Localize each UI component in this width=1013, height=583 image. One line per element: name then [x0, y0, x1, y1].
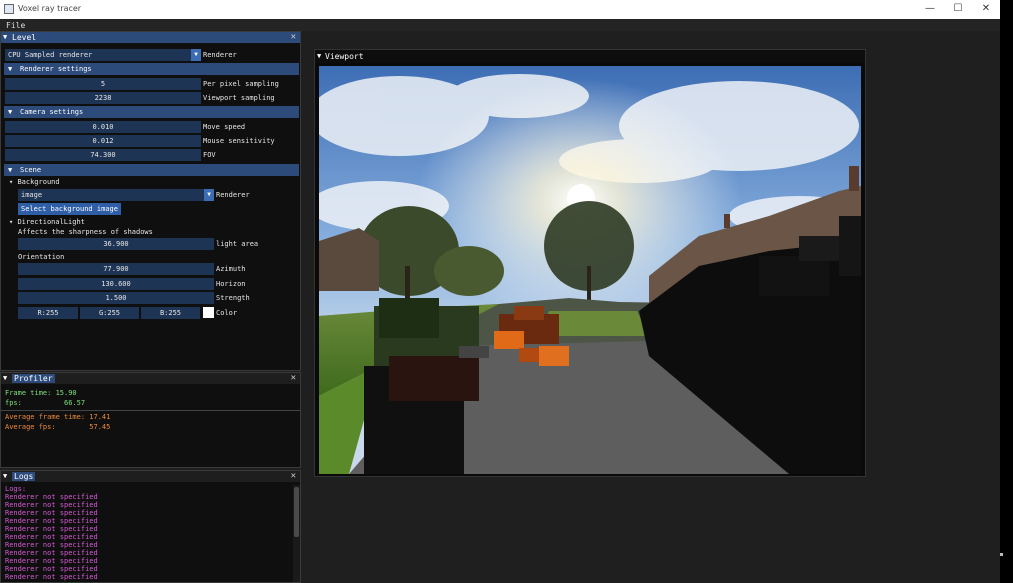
light-area-label: light area — [216, 240, 259, 248]
renderer-settings-header[interactable]: ▼ Renderer settings — [4, 63, 299, 75]
camera-settings-title: Camera settings — [20, 108, 84, 116]
log-line: Renderer not specified — [5, 501, 98, 509]
background-renderer-label: Renderer — [216, 191, 250, 199]
color-label: Color — [216, 309, 238, 317]
scene-header[interactable]: ▼ Scene — [4, 164, 299, 176]
logs-scroll-thumb[interactable] — [294, 487, 299, 537]
log-line: Renderer not specified — [5, 525, 98, 533]
move-speed-input[interactable]: 0.010 — [5, 121, 201, 133]
window-titlebar[interactable]: Voxel ray tracer — ☐ ✕ — [0, 0, 1000, 19]
chevron-down-icon[interactable]: ▼ — [204, 189, 214, 201]
logs-scrollbar[interactable] — [293, 485, 300, 582]
viewport-sampling-input[interactable]: 2238 — [5, 92, 201, 104]
per-pixel-sampling-input[interactable]: 5 — [5, 78, 201, 90]
log-line: Renderer not specified — [5, 533, 98, 541]
close-icon[interactable]: ✕ — [291, 471, 296, 481]
color-b-input[interactable]: B:255 — [141, 307, 200, 319]
strength-input[interactable]: 1.500 — [18, 292, 214, 304]
log-line: Renderer not specified — [5, 541, 98, 549]
collapse-triangle-icon: ▼ — [8, 65, 13, 73]
strength-label: Strength — [216, 294, 250, 302]
level-title: Level — [12, 33, 37, 42]
background-node-label: Background — [17, 178, 60, 186]
log-line: Renderer not specified — [5, 493, 98, 501]
collapse-triangle-icon[interactable]: ▼ — [3, 374, 7, 382]
logs-panel: ▼ Logs ✕ Logs: Renderer not specified Ren… — [0, 470, 301, 583]
collapse-triangle-icon: ▼ — [8, 166, 13, 174]
edge-dot — [1000, 553, 1003, 556]
orientation-label: Orientation — [18, 253, 65, 261]
collapse-triangle-icon[interactable]: ▼ — [317, 52, 321, 60]
camera-settings-header[interactable]: ▼ Camera settings — [4, 106, 299, 118]
logs-title: Logs — [12, 472, 36, 481]
renderer-label: Renderer — [203, 51, 237, 59]
per-pixel-sampling-label: Per pixel sampling — [203, 80, 279, 88]
maximize-button[interactable]: ☐ — [944, 0, 972, 19]
log-line: Renderer not specified — [5, 549, 98, 557]
scene-title: Scene — [20, 166, 42, 174]
color-swatch[interactable] — [203, 307, 214, 318]
log-line: Renderer not specified — [5, 509, 98, 517]
right-edge — [1000, 0, 1013, 583]
renderer-settings-title: Renderer settings — [20, 65, 92, 73]
menu-bar: File — [0, 19, 1000, 31]
mouse-sensitivity-input[interactable]: 0.012 — [5, 135, 201, 147]
close-icon[interactable]: ✕ — [291, 32, 296, 42]
minimize-button[interactable]: — — [916, 0, 944, 19]
background-node[interactable]: ▾ Background — [9, 176, 60, 188]
collapse-triangle-icon[interactable]: ▼ — [3, 472, 7, 480]
profiler-titlebar[interactable]: ▼ Profiler ✕ — [1, 373, 300, 384]
close-button[interactable]: ✕ — [972, 0, 1000, 19]
horizon-input[interactable]: 130.600 — [18, 278, 214, 290]
renderer-combo[interactable]: CPU Sampled renderer — [5, 49, 201, 61]
app-icon — [4, 4, 14, 14]
rendered-scene[interactable] — [319, 66, 861, 474]
azimuth-input[interactable]: 77.900 — [18, 263, 214, 275]
level-titlebar[interactable]: ▼ Level ✕ — [1, 32, 300, 43]
level-panel: ▼ Level ✕ CPU Sampled renderer ▼ Rendere… — [0, 31, 301, 371]
viewport-titlebar[interactable]: ▼ Viewport — [315, 50, 865, 63]
move-speed-label: Move speed — [203, 123, 246, 131]
average-fps-text: Average fps: 57.45 — [5, 423, 111, 431]
menu-file[interactable]: File — [6, 21, 25, 30]
viewport-title: Viewport — [325, 52, 364, 61]
select-background-image-button[interactable]: Select background image — [18, 203, 121, 215]
directional-light-node-label: DirectionalLight — [17, 218, 85, 226]
profiler-panel: ▼ Profiler ✕ Frame time: 15.90 fps: 66.5… — [0, 372, 301, 468]
fov-label: FOV — [203, 151, 216, 159]
close-icon[interactable]: ✕ — [291, 373, 296, 383]
fov-input[interactable]: 74.300 — [5, 149, 201, 161]
chevron-down-icon[interactable]: ▼ — [191, 49, 201, 61]
profiler-title: Profiler — [12, 374, 55, 383]
light-area-input[interactable]: 36.900 — [18, 238, 214, 250]
horizon-label: Horizon — [216, 280, 246, 288]
log-line: Renderer not specified — [5, 557, 98, 565]
mouse-sensitivity-label: Mouse sensitivity — [203, 137, 275, 145]
logs-header: Logs: — [5, 485, 27, 493]
logs-titlebar[interactable]: ▼ Logs ✕ — [1, 471, 300, 482]
color-r-input[interactable]: R:255 — [18, 307, 78, 319]
window-title: Voxel ray tracer — [18, 4, 82, 13]
collapse-triangle-icon: ▼ — [8, 108, 13, 116]
log-line: Renderer not specified — [5, 565, 98, 573]
viewport-sampling-label: Viewport sampling — [203, 94, 275, 102]
log-line: Renderer not specified — [5, 517, 98, 525]
background-renderer-combo[interactable]: image — [18, 189, 214, 201]
azimuth-label: Azimuth — [216, 265, 246, 273]
log-line: Renderer not specified — [5, 573, 98, 581]
color-g-input[interactable]: G:255 — [80, 307, 139, 319]
light-hint-text: Affects the sharpness of shadows — [18, 228, 153, 236]
fps-text: fps: 66.57 — [5, 399, 86, 407]
viewport-window: ▼ Viewport — [314, 49, 866, 477]
collapse-triangle-icon[interactable]: ▼ — [3, 33, 7, 41]
